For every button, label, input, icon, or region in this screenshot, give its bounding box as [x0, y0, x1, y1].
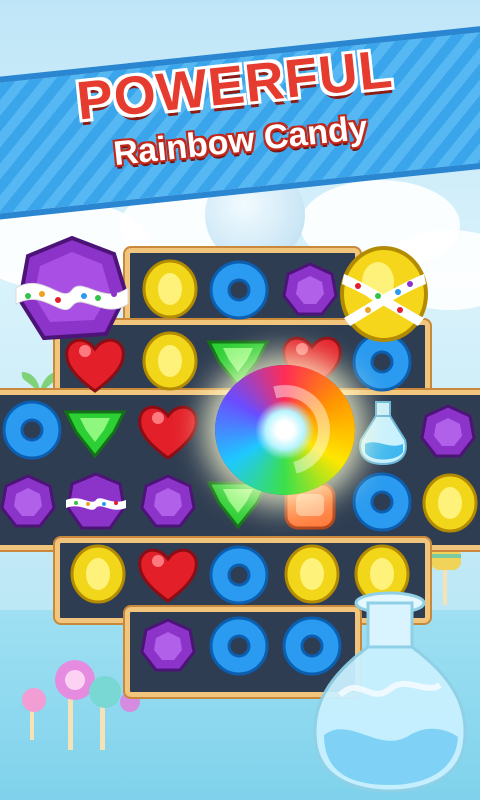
- candy-yellow-oval[interactable]: [420, 472, 480, 534]
- big-potion-bottle: [313, 591, 467, 793]
- potion-bottle-small[interactable]: [357, 400, 409, 466]
- candy-blue-donut[interactable]: [350, 470, 414, 534]
- candy-blue-donut[interactable]: [0, 398, 64, 462]
- candy-purple-hex[interactable]: [282, 262, 338, 318]
- candy-yellow-oval[interactable]: [68, 543, 128, 605]
- candy-purple-wrapped[interactable]: [66, 472, 126, 532]
- candy-blue-donut[interactable]: [207, 614, 271, 678]
- candy-red-heart[interactable]: [136, 400, 200, 462]
- candy-purple-hex[interactable]: [0, 474, 56, 530]
- candy-blue-donut[interactable]: [207, 258, 271, 322]
- candy-yellow-oval[interactable]: [140, 330, 200, 392]
- candy-blue-donut[interactable]: [207, 543, 271, 607]
- candy-yellow-oval[interactable]: [140, 258, 200, 320]
- candy-green-gem[interactable]: [62, 404, 128, 460]
- candy-purple-hex[interactable]: [420, 404, 476, 460]
- big-yellow-wrapped-candy: [340, 246, 428, 342]
- rainbow-center-glow: [255, 400, 315, 460]
- big-purple-wrapped-candy: [15, 235, 129, 341]
- candy-red-heart[interactable]: [136, 543, 200, 605]
- candy-purple-hex[interactable]: [140, 474, 196, 530]
- candy-purple-hex[interactable]: [140, 618, 196, 674]
